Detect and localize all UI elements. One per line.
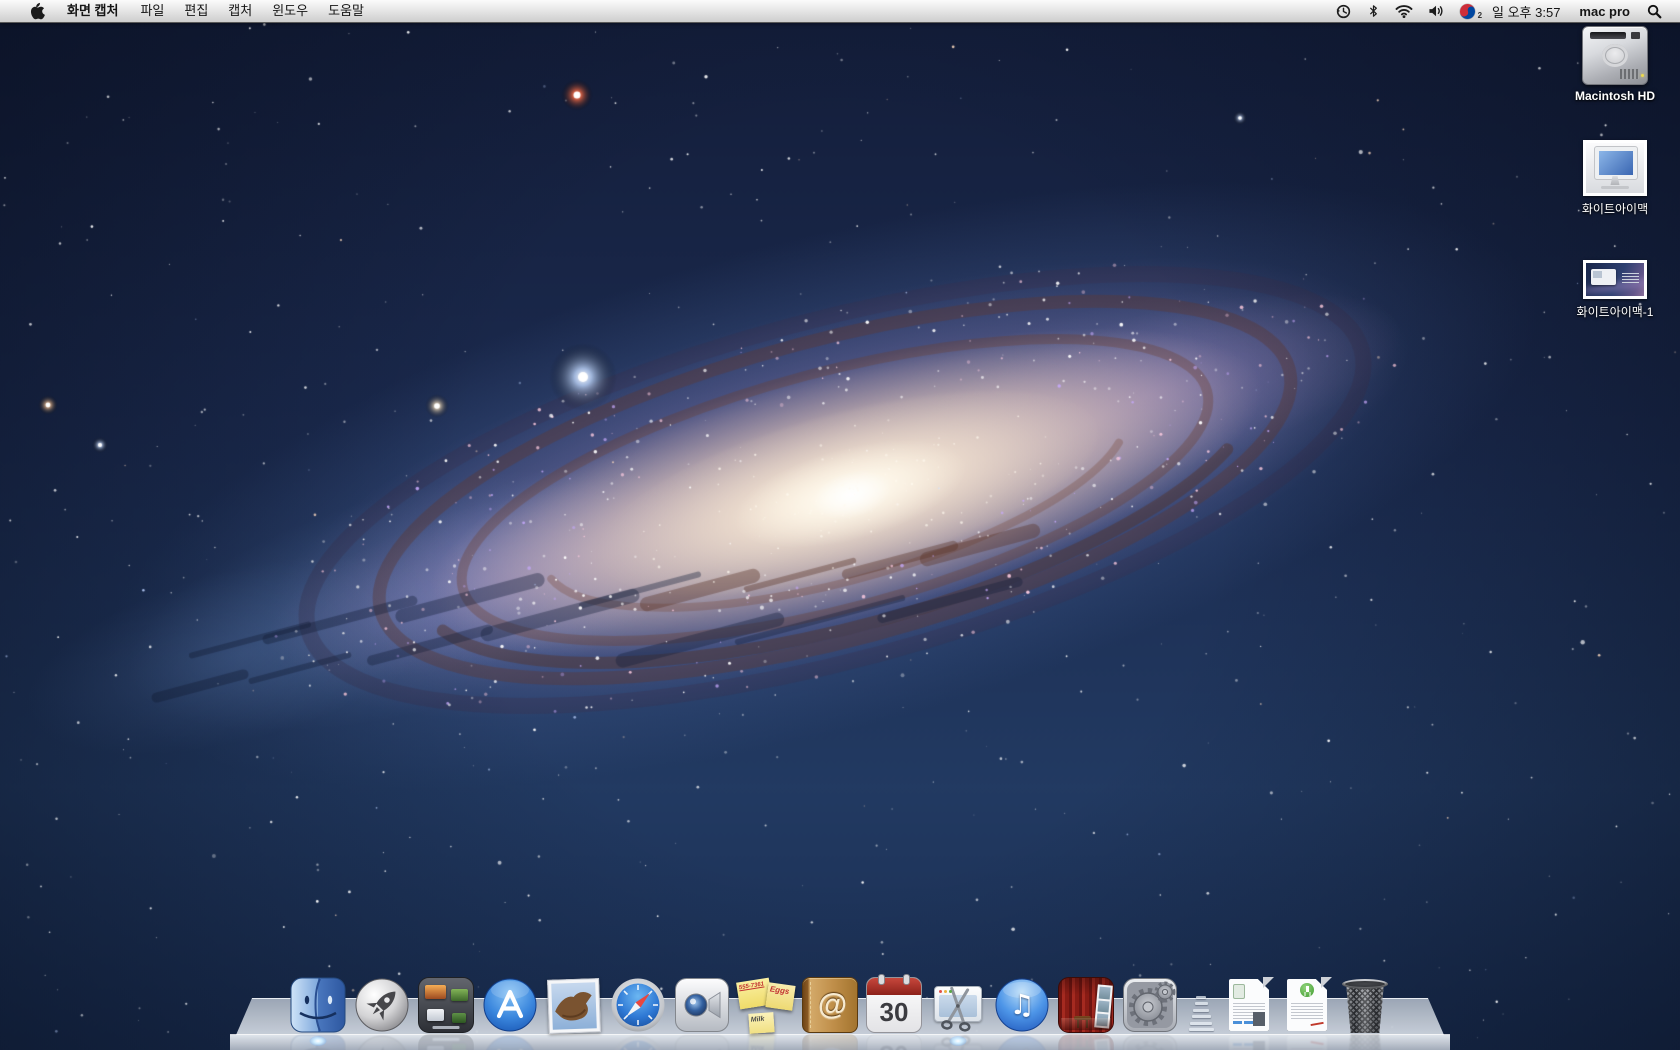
dock-item-safari[interactable]: [609, 977, 667, 1033]
menu-item-capture[interactable]: 캡처: [218, 0, 262, 22]
dock-item-mission-control[interactable]: [417, 977, 475, 1033]
wifi-icon[interactable]: [1393, 0, 1415, 22]
volume-icon[interactable]: [1426, 0, 1447, 22]
ical-icon: 30: [866, 977, 922, 1033]
bluetooth-icon[interactable]: [1365, 0, 1382, 22]
facetime-icon: [674, 977, 730, 1033]
finder-icon: [290, 977, 346, 1033]
dock-item-address-book[interactable]: @ @: [801, 977, 859, 1033]
dock-separator: [1185, 979, 1217, 1033]
dock-item-trash[interactable]: [1339, 979, 1391, 1033]
sticky-note: Milk: [748, 1012, 774, 1034]
stickies-icon: 555-7361 Eggs Milk: [738, 977, 794, 1033]
image-file-icon: [1583, 140, 1647, 196]
download-badge-icon: [1300, 983, 1314, 997]
camera-lens-icon: [685, 994, 707, 1016]
desktop: 화면 캡처 파일 편집 캡처 윈도우 도움말: [0, 0, 1680, 1050]
dock-front-edge: [230, 1035, 1450, 1050]
dock-item-photo-booth[interactable]: [1057, 977, 1115, 1033]
dock-item-app-store[interactable]: [481, 977, 539, 1033]
photo-strip-icon: [1094, 984, 1113, 1028]
desktop-icon-white-imac-1[interactable]: 화이트아이맥-1: [1556, 260, 1674, 320]
dock-item-mail[interactable]: [545, 979, 603, 1033]
launchpad-icon: [354, 977, 410, 1033]
music-note-icon: ♫: [994, 977, 1050, 1031]
dock: 555-7361 Eggs Milk 555-7361 Eggs Milk @ …: [0, 940, 1680, 1050]
hard-drive-icon: [1582, 26, 1648, 85]
menu-item-edit[interactable]: 편집: [174, 0, 218, 22]
itunes-icon: ♫: [994, 977, 1050, 1033]
image-file-icon: [1583, 260, 1647, 299]
eagle-icon: [551, 982, 597, 1030]
menu-bar-status: 2 일 오후 3:57 mac pro: [1333, 0, 1680, 22]
menu-bar-left: 화면 캡처 파일 편집 캡처 윈도우 도움말: [0, 0, 374, 22]
menu-item-window[interactable]: 윈도우: [262, 0, 318, 22]
desktop-icon-label: Macintosh HD: [1556, 89, 1674, 103]
desktop-icon-macintosh-hd[interactable]: Macintosh HD: [1556, 26, 1674, 103]
dock-item-stickies[interactable]: 555-7361 Eggs Milk 555-7361 Eggs Milk: [737, 977, 795, 1033]
sticky-note: Eggs: [765, 982, 795, 1011]
document-icon: [1224, 977, 1274, 1033]
menu-item-help[interactable]: 도움말: [318, 0, 374, 22]
photo-booth-icon: [1058, 977, 1114, 1033]
user-menu[interactable]: mac pro: [1575, 4, 1634, 19]
taegeuk-flag-icon: [1458, 1, 1478, 21]
time-machine-icon[interactable]: [1333, 0, 1354, 22]
dock-item-launchpad[interactable]: [353, 977, 411, 1033]
dock-item-grab[interactable]: [929, 977, 987, 1033]
trash-icon: [1340, 979, 1390, 1033]
korean-input-icon[interactable]: 2: [1458, 0, 1477, 22]
app-store-icon: [482, 977, 538, 1033]
apple-menu[interactable]: [18, 0, 57, 22]
desktop-icon-white-imac[interactable]: 화이트아이맥: [1556, 140, 1674, 217]
scissors-icon: [927, 974, 989, 1036]
apple-logo-icon: [30, 2, 45, 20]
dock-items: 555-7361 Eggs Milk 555-7361 Eggs Milk @ …: [289, 977, 1391, 1033]
grab-icon: [930, 977, 986, 1033]
dock-item-itunes[interactable]: ♫ ♫: [993, 977, 1051, 1033]
desktop-icon-label: 화이트아이맥: [1556, 200, 1674, 217]
menu-item-file[interactable]: 파일: [130, 0, 174, 22]
dock-item-facetime[interactable]: [673, 977, 731, 1033]
menu-clock[interactable]: 일 오후 3:57: [1488, 2, 1564, 21]
mission-control-icon: [418, 977, 474, 1033]
menu-item-app-grab[interactable]: 화면 캡처: [57, 0, 130, 22]
menu-bar: 화면 캡처 파일 편집 캡처 윈도우 도움말: [0, 0, 1680, 23]
wallpaper-galaxy: [0, 0, 1680, 1050]
dock-item-finder[interactable]: [289, 977, 347, 1033]
input-source-badge: 2: [1478, 11, 1482, 20]
dock-item-document-2[interactable]: [1281, 977, 1333, 1033]
dock-item-ical[interactable]: 30 30: [865, 977, 923, 1033]
spotlight-icon[interactable]: [1645, 0, 1664, 22]
stool-icon: [1074, 1016, 1091, 1028]
address-book-icon: @: [802, 977, 858, 1033]
calendar-date: 30: [867, 997, 921, 1028]
system-preferences-icon: [1122, 977, 1178, 1033]
dock-item-document-1[interactable]: [1223, 977, 1275, 1033]
mail-stamp-icon: [547, 978, 601, 1034]
desktop-icon-label: 화이트아이맥-1: [1556, 303, 1674, 320]
safari-icon: [610, 977, 666, 1033]
dock-item-system-preferences[interactable]: [1121, 977, 1179, 1033]
document-icon: [1282, 977, 1332, 1033]
